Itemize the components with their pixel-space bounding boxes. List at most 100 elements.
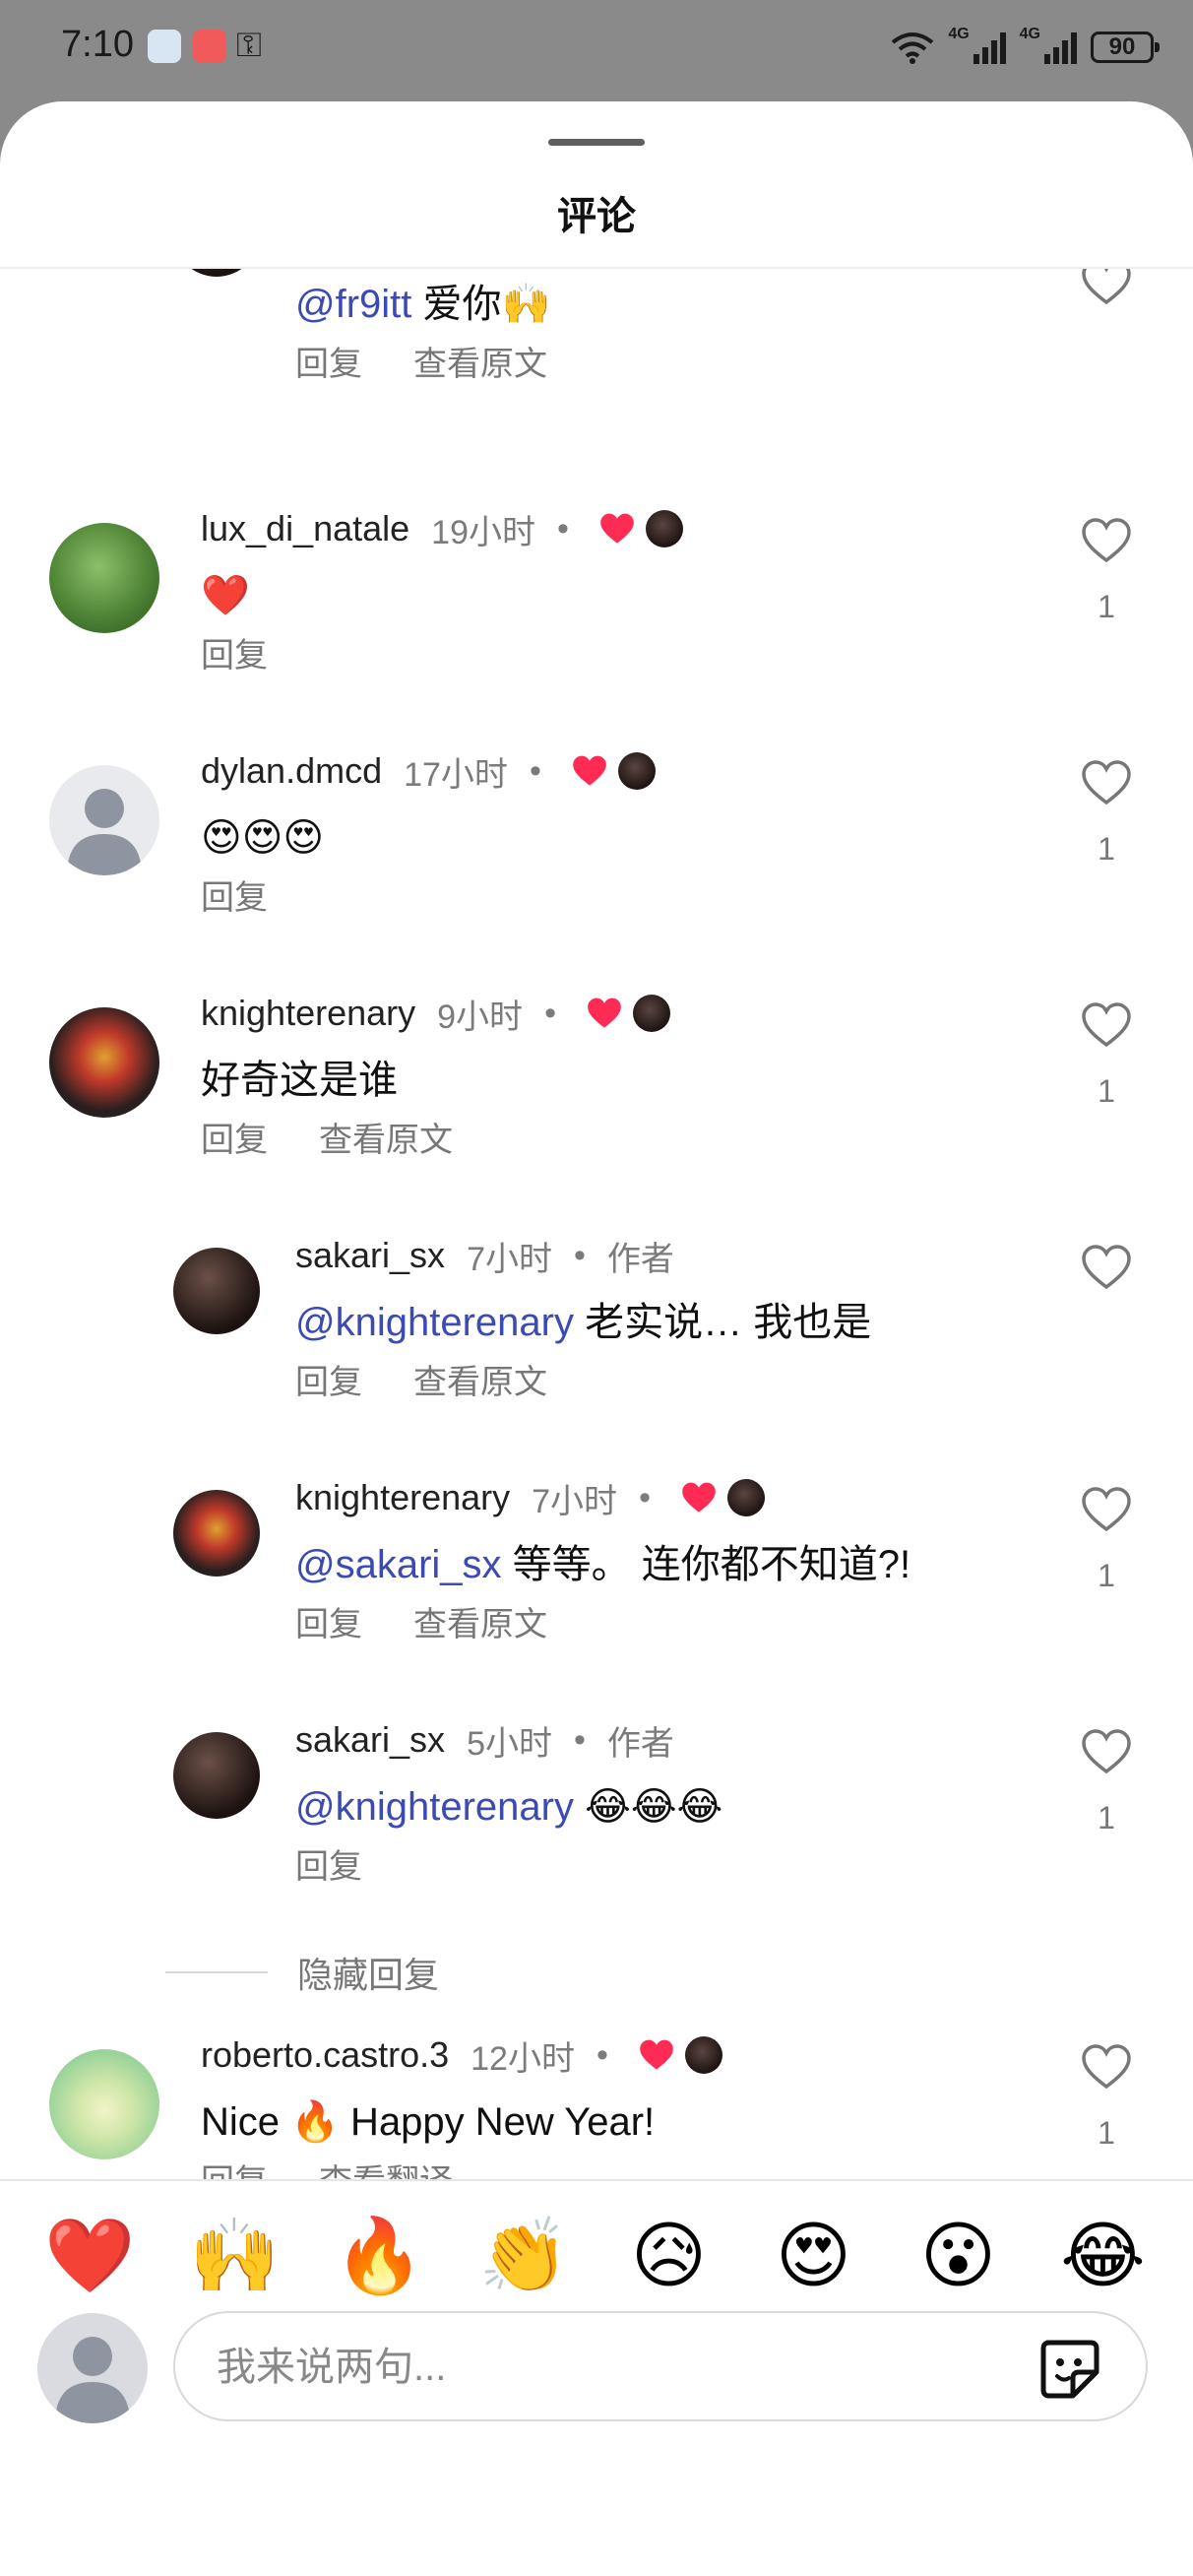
like-count: 1: [1098, 831, 1115, 867]
emoji-surprised-button[interactable]: 😮: [905, 2207, 1013, 2305]
like-button[interactable]: 1: [1077, 2043, 1136, 2152]
avatar[interactable]: [49, 765, 159, 875]
reply-button[interactable]: 回复: [295, 340, 362, 389]
hide-replies-button[interactable]: 隐藏回复: [165, 1947, 439, 1998]
mention-link[interactable]: @fr9itt: [295, 283, 411, 326]
comment-text: Nice 🔥 Happy New Year!: [201, 2100, 656, 2144]
avatar[interactable]: [173, 269, 260, 277]
signal-icon: [1044, 31, 1077, 64]
sheet-title: 评论: [557, 195, 636, 238]
comment-username[interactable]: knighterenary: [201, 993, 415, 1034]
reply-username[interactable]: sakari_sx: [295, 1235, 445, 1276]
creator-liked-heart-icon: [600, 513, 634, 544]
reply-button[interactable]: 回复: [201, 873, 268, 923]
reply-text: @knighterenary 老实说… 我也是: [295, 1301, 872, 1344]
comment-username[interactable]: roberto.castro.3: [201, 2034, 449, 2076]
wifi-icon: [892, 32, 934, 64]
comments-list[interactable]: @fr9itt 爱你🙌 回复 查看原文 lux_di_natale 19小时 •: [0, 269, 1193, 2179]
reply-username[interactable]: sakari_sx: [295, 1719, 445, 1761]
comment-text: @fr9itt 爱你🙌: [295, 283, 551, 326]
key-icon: ⚿: [236, 26, 262, 65]
avatar[interactable]: [49, 1007, 159, 1118]
sheet-drag-handle[interactable]: [548, 139, 645, 146]
status-bar: 7:10 ⚿ 4G 4G 90: [0, 0, 1193, 98]
avatar[interactable]: [173, 1248, 260, 1334]
heart-outline-icon: [1082, 1002, 1131, 1048]
separator-dot: •: [557, 509, 569, 547]
reply-button[interactable]: 回复: [201, 1116, 268, 1165]
avatar[interactable]: [49, 2049, 159, 2159]
like-button[interactable]: 1: [1077, 517, 1136, 625]
like-button[interactable]: [1077, 269, 1136, 311]
like-count: 1: [1098, 589, 1115, 624]
like-button[interactable]: [1077, 1244, 1136, 1296]
mention-link[interactable]: @knighterenary: [295, 1785, 574, 1829]
default-avatar-icon: [55, 2337, 130, 2423]
reply-button[interactable]: 回复: [295, 1358, 362, 1407]
sticker-icon[interactable]: [1034, 2333, 1104, 2404]
comment-username[interactable]: lux_di_natale: [201, 508, 409, 549]
creator-avatar: [645, 510, 683, 547]
separator-dot: •: [573, 1720, 586, 1759]
like-button[interactable]: 1: [1077, 759, 1136, 868]
heart-outline-icon: [1082, 2044, 1131, 2090]
like-count: 1: [1098, 1073, 1115, 1109]
avatar[interactable]: [49, 523, 159, 633]
my-avatar[interactable]: [37, 2313, 148, 2423]
creator-avatar: [726, 1479, 765, 1516]
author-badge: 作者: [606, 1240, 674, 1278]
view-original-button[interactable]: 查看原文: [413, 340, 547, 389]
comment-input[interactable]: [215, 2337, 1026, 2398]
comment-time: 12小时: [471, 2039, 575, 2078]
creator-avatar: [684, 2036, 722, 2074]
composer-divider: [0, 2179, 1193, 2181]
avatar[interactable]: [173, 1732, 260, 1819]
separator-dot: •: [544, 994, 556, 1032]
network-type-1: 4G: [948, 26, 970, 42]
reply-time: 5小时: [467, 1724, 552, 1763]
comments-sheet: 评论 @fr9itt 爱你🙌 回复 查看原文 lux_di_natale 19小…: [0, 101, 1193, 2576]
like-button[interactable]: 1: [1077, 1728, 1136, 1836]
like-button[interactable]: 1: [1077, 1001, 1136, 1110]
view-original-button[interactable]: 查看原文: [413, 1358, 547, 1407]
view-translation-button[interactable]: 查看翻译: [319, 2157, 453, 2179]
heart-outline-icon: [1082, 760, 1131, 805]
like-button[interactable]: 1: [1077, 1486, 1136, 1594]
creator-liked-heart-icon: [640, 2039, 673, 2070]
emoji-sad-button[interactable]: 😥: [615, 2207, 723, 2305]
emoji-clap-button[interactable]: 👏: [471, 2207, 579, 2305]
mention-link[interactable]: @sakari_sx: [295, 1543, 502, 1586]
reply-text: @knighterenary 😂😂😂: [295, 1785, 723, 1829]
creator-avatar: [617, 752, 656, 790]
default-avatar-icon: [67, 789, 142, 875]
mention-link[interactable]: @knighterenary: [295, 1301, 574, 1344]
reply-button[interactable]: 回复: [295, 1600, 362, 1649]
separator-dot: •: [573, 1236, 586, 1274]
separator-dot: •: [639, 1478, 651, 1516]
reply-button[interactable]: 回复: [295, 1842, 362, 1892]
heart-outline-icon: [1082, 1245, 1131, 1290]
reply-username[interactable]: knighterenary: [295, 1477, 510, 1518]
comment-username[interactable]: dylan.dmcd: [201, 750, 382, 792]
emoji-heart-eyes-button[interactable]: 😍: [760, 2207, 868, 2305]
creator-avatar: [632, 995, 670, 1032]
quick-emoji-bar: ❤️ 🙌 🔥 👏 😥 😍 😮 😂: [0, 2207, 1193, 2305]
reply-button[interactable]: 回复: [201, 631, 268, 680]
emoji-heart-button[interactable]: ❤️: [36, 2207, 145, 2305]
comment-time: 19小时: [431, 513, 535, 551]
reply-button[interactable]: 回复: [201, 2157, 268, 2179]
view-original-button[interactable]: 查看原文: [319, 1116, 453, 1165]
avatar[interactable]: [173, 1490, 260, 1577]
emoji-raised-hands-button[interactable]: 🙌: [181, 2207, 289, 2305]
creator-liked-heart-icon: [573, 755, 606, 786]
view-original-button[interactable]: 查看原文: [413, 1600, 547, 1649]
app-notification-icon: [193, 30, 226, 63]
emoji-laughing-button[interactable]: 😂: [1049, 2207, 1158, 2305]
heart-outline-icon: [1082, 1487, 1131, 1532]
comment-text: ❤️: [201, 574, 250, 617]
emoji-fire-button[interactable]: 🔥: [326, 2207, 434, 2305]
comment-input-box[interactable]: [173, 2311, 1148, 2421]
signal-icon: [973, 31, 1006, 64]
creator-liked-heart-icon: [588, 998, 621, 1028]
battery-icon: 90: [1091, 32, 1160, 63]
